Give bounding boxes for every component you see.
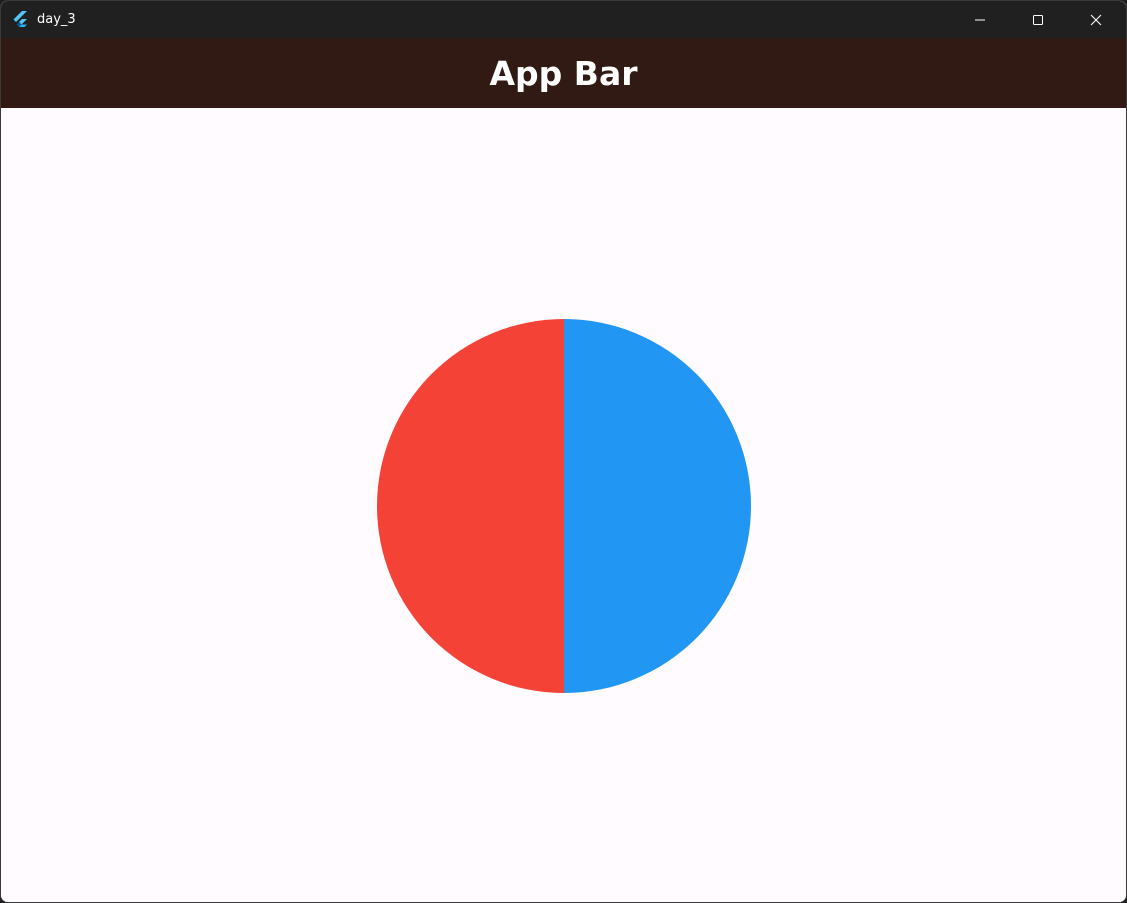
body-area: [1, 108, 1126, 902]
minimize-icon: [975, 19, 985, 21]
maximize-button[interactable]: [1015, 1, 1061, 38]
title-bar[interactable]: day_3: [1, 1, 1126, 38]
maximize-icon: [1033, 15, 1043, 25]
app-bar: App Bar: [1, 38, 1126, 108]
half-circle-shape: [377, 319, 751, 693]
app-window: day_3 App Bar: [0, 0, 1127, 903]
flutter-logo-icon: [13, 11, 27, 27]
red-half: [377, 319, 564, 693]
app-bar-title: App Bar: [489, 54, 638, 93]
close-icon: [1090, 14, 1102, 26]
window-title: day_3: [37, 12, 76, 27]
close-button[interactable]: [1073, 1, 1119, 38]
blue-half: [564, 319, 751, 693]
minimize-button[interactable]: [957, 1, 1003, 38]
